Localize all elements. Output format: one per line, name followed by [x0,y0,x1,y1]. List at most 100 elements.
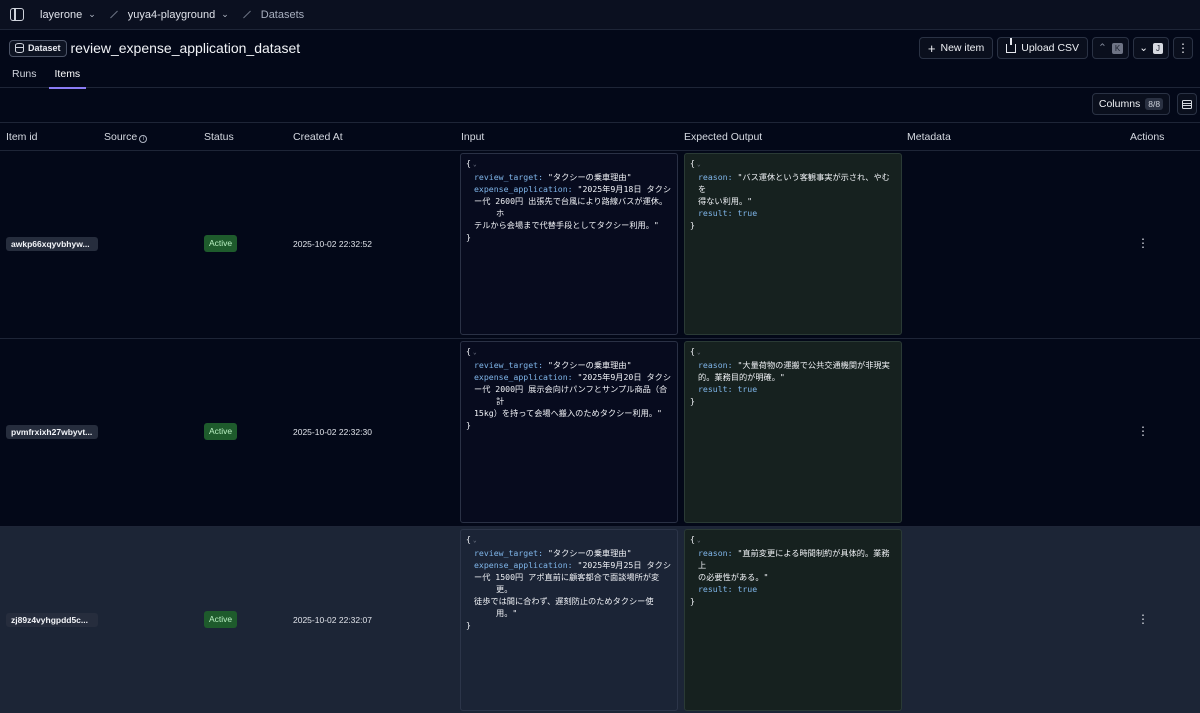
status-badge: Active [204,611,238,628]
breadcrumb-project[interactable]: yuya4-playground ⌄ [128,9,229,21]
json-key: reason: [698,360,733,370]
json-key: review_target: [474,548,544,558]
created-at: 2025-10-02 22:32:07 [293,615,372,625]
top-bar: layerone ⌄ yuya4-playground ⌄ Datasets [0,0,1200,30]
collapse-icon[interactable]: ⌄ [697,349,701,356]
json-value: の必要性がある。" [698,572,769,582]
table-row[interactable]: pvmfrxixh27wbyvt... Active 2025-10-02 22… [0,339,1200,527]
json-open: { [690,346,695,356]
table-toolbar: Columns 8/8 [0,88,1200,122]
json-value: 得ない利用。" [698,196,753,206]
expected-output-json[interactable]: {⌄ reason: "大量荷物の運搬で公共交通機関が非現実 的。業務目的が明確… [684,341,902,523]
json-key: review_target: [474,172,544,182]
json-value: true [737,208,758,218]
json-key: result: [698,208,733,218]
breadcrumb-org[interactable]: layerone ⌄ [40,9,96,21]
breadcrumb-org-label: layerone [40,8,83,21]
new-item-label: New item [940,42,985,54]
json-value: "大量荷物の運搬で公共交通機関が非現実 [737,360,890,370]
dataset-badge: Dataset [9,39,67,57]
new-item-button[interactable]: + New item [918,37,994,59]
header-source[interactable]: Source i [104,131,148,143]
json-open: { [466,534,471,544]
json-value: 徒歩では間に合わず、遅刻防止のためタクシー使用。" [474,596,654,618]
header-status[interactable]: Status [204,131,234,143]
info-icon[interactable]: i [139,135,148,143]
tab-items[interactable]: Items [48,66,87,89]
upload-csv-button[interactable]: Upload CSV [997,37,1089,59]
chevron-up-icon: ⌃ [1098,42,1107,54]
header-created-at[interactable]: Created At [293,131,343,143]
tab-bar: Runs Items [0,66,1200,89]
dataset-badge-label: Dataset [28,43,61,53]
row-actions-icon[interactable]: ⋮ [1137,425,1149,437]
header-source-label: Source [104,131,138,143]
sidebar-toggle-icon[interactable] [10,8,24,21]
item-id-chip[interactable]: pvmfrxixh27wbyvt... [6,425,98,439]
database-icon [15,43,24,53]
json-value: "2025年9月25日 タクシ [577,560,672,570]
created-at: 2025-10-02 22:32:30 [293,427,372,437]
collapse-icon[interactable]: ⌄ [697,537,701,544]
json-value: "2025年9月20日 タクシ [577,372,672,382]
row-actions-icon[interactable]: ⋮ [1137,613,1149,625]
header-metadata[interactable]: Metadata [907,131,951,143]
json-key: reason: [698,172,733,182]
collapse-icon[interactable]: ⌄ [473,537,477,544]
tab-runs[interactable]: Runs [6,66,43,88]
header-input[interactable]: Input [461,131,484,143]
page-title: review_expense_application_dataset [70,40,301,56]
status-badge: Active [204,423,238,440]
collapse-icon[interactable]: ⌄ [473,349,477,356]
input-json[interactable]: {⌄ review_target: "タクシーの乗車理由" expense_ap… [460,341,678,523]
json-open: { [466,158,471,168]
json-key: review_target: [474,360,544,370]
json-open: { [690,534,695,544]
json-value: ー代 2000円 展示会向けパンフとサンプル商品（合計 [474,384,668,406]
row-actions-icon[interactable]: ⋮ [1137,237,1149,249]
json-value: "タクシーの乗車理由" [547,360,632,370]
breadcrumb-separator [242,10,251,19]
title-bar: Dataset review_expense_application_datas… [0,30,1200,66]
input-json[interactable]: {⌄ review_target: "タクシーの乗車理由" expense_ap… [460,153,678,335]
json-value: 的。業務目的が明確。" [698,372,785,382]
columns-label: Columns [1098,98,1141,110]
chevron-down-icon: ⌄ [1139,42,1148,54]
upload-icon [1006,37,1017,53]
table-row[interactable]: zj89z4vyhgpdd5c... Active 2025-10-02 22:… [0,527,1200,713]
previous-item-button[interactable]: ⌃ K [1092,37,1130,59]
header-actions: Actions [1130,131,1165,143]
json-close: } [690,220,695,230]
header-item-id[interactable]: Item id [6,131,38,143]
json-close: } [466,420,471,430]
json-value: true [737,584,758,594]
json-close: } [690,596,695,606]
next-item-button[interactable]: ⌄ J [1133,37,1169,59]
breadcrumb-section[interactable]: Datasets [261,9,304,21]
collapse-icon[interactable]: ⌄ [473,161,477,168]
json-value: ー代 2600円 出張先で台風により路線バスが運休。ホ [474,196,668,218]
shortcut-key-j: J [1153,42,1163,54]
created-at: 2025-10-02 22:32:52 [293,239,372,249]
expected-output-json[interactable]: {⌄ reason: "直前変更による時間制約が具体的。業務上 の必要性がある。… [684,529,902,711]
json-close: } [690,396,695,406]
json-open: { [466,346,471,356]
row-height-button[interactable] [1177,93,1197,115]
json-value: "タクシーの乗車理由" [547,172,632,182]
item-id-chip[interactable]: awkp66xqyvbhyw... [6,237,98,251]
table-row[interactable]: awkp66xqyvbhyw... Active 2025-10-02 22:3… [0,151,1200,339]
input-json[interactable]: {⌄ review_target: "タクシーの乗車理由" expense_ap… [460,529,678,711]
item-id-chip[interactable]: zj89z4vyhgpdd5c... [6,613,98,627]
json-key: result: [698,584,733,594]
json-value: true [737,384,758,394]
json-value: "タクシーの乗車理由" [547,548,632,558]
json-close: } [466,232,471,242]
collapse-icon[interactable]: ⌄ [697,161,701,168]
header-expected-output[interactable]: Expected Output [684,131,762,143]
expected-output-json[interactable]: {⌄ reason: "バス運休という客観事実が示され、やむを 得ない利用。" … [684,153,902,335]
more-options-button[interactable]: ⋮ [1173,37,1193,59]
upload-csv-label: Upload CSV [1021,42,1080,54]
json-key: expense_application: [474,184,573,194]
status-badge: Active [204,235,238,252]
columns-button[interactable]: Columns 8/8 [1092,93,1170,115]
